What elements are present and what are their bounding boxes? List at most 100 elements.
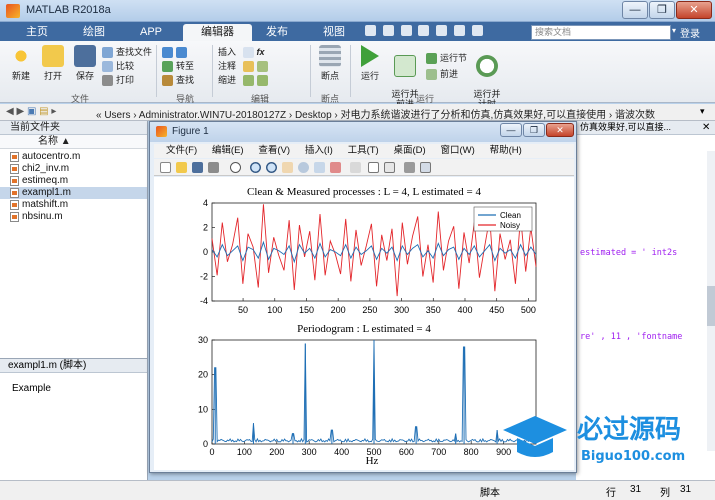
copy-icon[interactable] — [400, 25, 412, 36]
browse-folder-icon[interactable]: ▤ — [39, 106, 48, 117]
tab-plots[interactable]: 绘图 — [65, 24, 123, 41]
tab-view[interactable]: 视图 — [305, 24, 363, 41]
up-folder-icon[interactable]: ▣ — [27, 106, 36, 117]
minimize-button[interactable]: — — [622, 1, 648, 19]
zoom-out-icon[interactable] — [266, 162, 277, 173]
file-item-selected[interactable]: exampl1.m — [0, 187, 147, 199]
find-icon — [162, 75, 173, 87]
menu-desktop[interactable]: 桌面(D) — [394, 144, 426, 158]
m-file-icon — [10, 152, 19, 162]
y-tick-label: 2 — [203, 223, 208, 233]
current-path[interactable]: « Users › Administrator.WIN7U-20180127Z … — [96, 106, 655, 121]
save-icon[interactable] — [365, 25, 376, 36]
figure-minimize-button[interactable]: — — [500, 123, 522, 137]
maximize-button[interactable]: ❐ — [649, 1, 675, 19]
run-section-button[interactable]: 运行节 — [426, 51, 476, 65]
x-tick-label: 500 — [521, 305, 536, 315]
row-value: 31 — [630, 484, 642, 495]
link-plot-icon[interactable] — [350, 162, 361, 173]
figure-close-button[interactable]: ✕ — [546, 123, 574, 137]
print-button[interactable]: 打印 — [102, 73, 158, 87]
file-item[interactable]: autocentro.m — [0, 151, 147, 163]
breakpoints-button[interactable]: 断点 — [314, 45, 346, 82]
run-button[interactable]: 运行 — [355, 45, 385, 82]
compare-button[interactable]: 比较 — [102, 59, 158, 73]
tab-home[interactable]: 主页 — [8, 24, 66, 41]
menu-insert[interactable]: 插入(I) — [305, 144, 333, 158]
path-dropdown-icon[interactable]: ▾ — [700, 106, 705, 117]
new-icon — [10, 45, 32, 67]
name-column-header[interactable]: 名称 ▲ — [0, 135, 147, 149]
advance-button[interactable]: 前进 — [426, 67, 476, 81]
fx-icon[interactable]: fx — [257, 47, 265, 57]
colorbar-icon[interactable] — [368, 162, 379, 173]
menu-help[interactable]: 帮助(H) — [490, 144, 522, 158]
new-button[interactable]: 新建 — [6, 45, 36, 82]
tab-apps[interactable]: APP — [122, 24, 180, 41]
current-folder-panel: 当前文件夹 名称 ▲ autocentro.m chi2_inv.m estim… — [0, 121, 148, 360]
rotate-3d-icon[interactable] — [298, 162, 309, 173]
pan-icon[interactable] — [282, 162, 293, 173]
login-link[interactable]: 登录 — [680, 25, 700, 40]
find-files-button[interactable]: 查找文件 — [102, 45, 158, 59]
close-editor-icon[interactable]: ✕ — [702, 122, 710, 133]
file-item[interactable]: nbsinu.m — [0, 211, 147, 223]
run-section-icon — [426, 53, 437, 65]
print-figure-icon[interactable] — [208, 162, 219, 173]
file-name: autocentro.m — [22, 151, 81, 162]
show-plot-tools-icon[interactable] — [420, 162, 431, 173]
help-icon[interactable] — [471, 25, 483, 36]
menu-file[interactable]: 文件(F) — [166, 144, 197, 158]
open-button[interactable]: 打开 — [38, 45, 68, 82]
undo-icon[interactable] — [436, 25, 448, 36]
close-button[interactable]: ✕ — [676, 1, 712, 19]
figure-maximize-button[interactable]: ❐ — [523, 123, 545, 137]
comment-row[interactable]: 注释 — [218, 59, 308, 73]
new-figure-icon[interactable] — [160, 162, 171, 173]
run-label: 运行 — [360, 71, 379, 81]
brush-icon[interactable] — [330, 162, 341, 173]
save-figure-icon[interactable] — [192, 162, 203, 173]
insert-row[interactable]: 插入 fx — [218, 45, 308, 59]
x-tick-label: 100 — [267, 305, 282, 315]
plot2-title: Periodogram : L estimated = 4 — [297, 323, 431, 335]
legend-icon[interactable] — [384, 162, 395, 173]
m-file-icon — [10, 176, 19, 186]
zoom-in-icon[interactable] — [250, 162, 261, 173]
ribbon-tab-bar: 主页 绘图 APP 编辑器 发布 视图 搜索文档 ▾ 登录 — [0, 22, 715, 41]
tab-publish[interactable]: 发布 — [248, 24, 306, 41]
paste-icon[interactable] — [418, 25, 430, 36]
back-forward-buttons[interactable] — [162, 45, 212, 59]
file-item[interactable]: chi2_inv.m — [0, 163, 147, 175]
hide-plot-tools-icon[interactable] — [404, 162, 415, 173]
menu-tools[interactable]: 工具(T) — [348, 144, 379, 158]
menu-window[interactable]: 窗口(W) — [440, 144, 474, 158]
indent-row[interactable]: 缩进 — [218, 73, 308, 87]
tab-editor[interactable]: 编辑器 — [183, 24, 252, 41]
window-title: MATLAB R2018a — [26, 4, 111, 16]
redo-icon[interactable] — [453, 25, 465, 36]
figure-title-bar: Figure 1 — ❐ ✕ — [150, 122, 576, 142]
goto-icon — [162, 61, 173, 73]
file-item[interactable]: estimeq.m — [0, 175, 147, 187]
find-files-icon — [102, 47, 113, 59]
cut-icon[interactable] — [382, 25, 394, 36]
nav-arrows[interactable]: ◀ ▶ ▣ ▤ ▸ — [6, 106, 56, 117]
search-dropdown-icon[interactable]: ▾ — [672, 26, 678, 36]
file-item[interactable]: matshift.m — [0, 199, 147, 211]
find-button[interactable]: 查找 — [162, 73, 212, 87]
col-value: 31 — [680, 484, 692, 495]
goto-button[interactable]: 转至 — [162, 59, 212, 73]
wrap-icon — [256, 61, 268, 73]
data-cursor-icon[interactable] — [314, 162, 325, 173]
divider — [310, 45, 311, 97]
menu-view[interactable]: 查看(V) — [258, 144, 290, 158]
editor-tab[interactable]: 仿真效果好,可以直接... — [576, 121, 715, 135]
search-input[interactable]: 搜索文档 — [531, 25, 671, 40]
menu-edit[interactable]: 编辑(E) — [212, 144, 244, 158]
ribbon: 新建 打开 保存 查找文件 比较 打印 文件 转至 查找 导航 插入 fx 注释… — [0, 41, 715, 109]
save-button[interactable]: 保存 — [70, 45, 100, 82]
arrow-select-icon[interactable] — [230, 162, 241, 173]
scrollbar-thumb[interactable] — [707, 286, 715, 326]
open-file-icon[interactable] — [176, 162, 187, 173]
